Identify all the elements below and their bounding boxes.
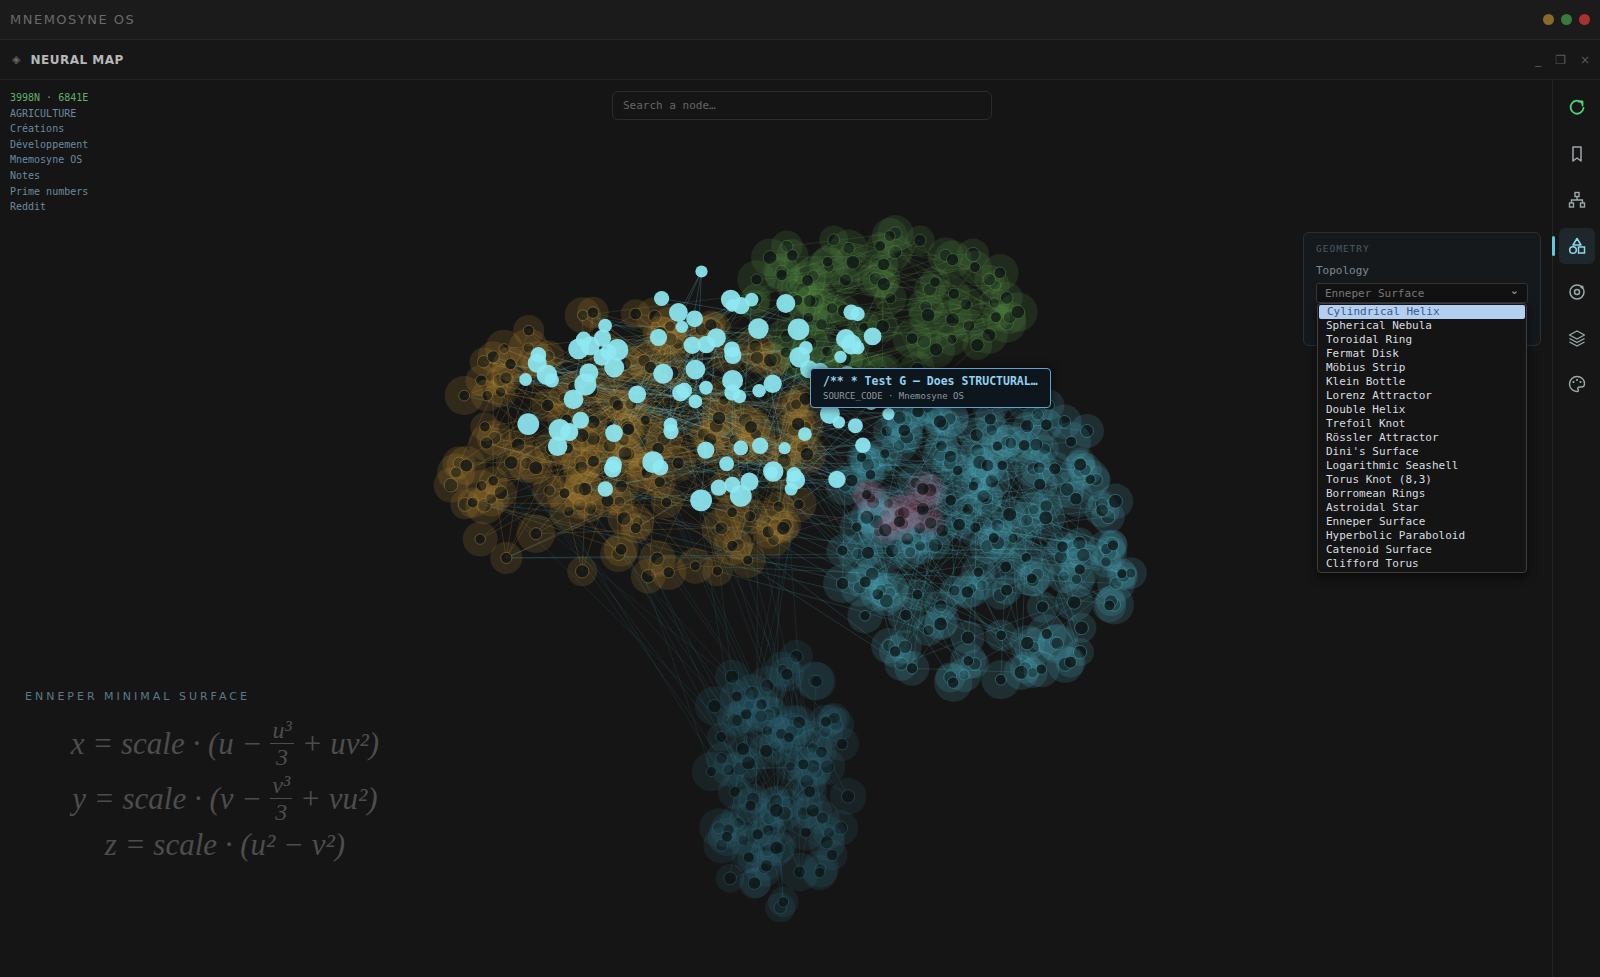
formula-part: x = scale · (u − — [71, 726, 263, 762]
formula-lines: x = scale · (u −u³3+ uv²)y = scale · (v … — [25, 717, 425, 863]
window-controls — [1543, 14, 1590, 25]
tooltip-subtitle: SOURCE_CODE · Mnemosyne OS — [823, 391, 1038, 401]
geometry-panel: GEOMETRY Topology Enneper Surface ⌄ Cylindri… — [1303, 232, 1541, 346]
window-control-button[interactable] — [1543, 14, 1554, 25]
formula-overlay: ENNEPER MINIMAL SURFACEx = scale · (u −u… — [25, 690, 425, 863]
cluster-nodes[interactable] — [434, 297, 827, 594]
dropdown-option[interactable]: Dini's Surface — [1318, 445, 1526, 459]
tooltip-title: /** * Test G — Does STRUCTURAL… — [823, 374, 1038, 388]
cluster-edges — [451, 313, 807, 577]
dropdown-option[interactable]: Spherical Nebula — [1318, 319, 1526, 333]
layers-icon — [1567, 328, 1587, 348]
denominator: 3 — [275, 799, 287, 825]
edge-layer — [451, 233, 1131, 902]
tool-rail — [1552, 80, 1600, 977]
cluster-edges — [481, 272, 888, 558]
legend-item[interactable]: AGRICULTURE — [10, 106, 88, 122]
cluster-nodes[interactable] — [823, 377, 1147, 702]
dropdown-option[interactable]: Clifford Torus — [1318, 557, 1526, 571]
shapes-icon — [1567, 236, 1587, 256]
dropdown-option[interactable]: Fermat Disk — [1318, 347, 1526, 361]
rail-button[interactable] — [1559, 366, 1595, 402]
formula-part: z = scale · (u² − v²) — [105, 827, 345, 863]
panel-heading: GEOMETRY — [1316, 243, 1528, 254]
dropdown-option[interactable]: Toroidal Ring — [1318, 333, 1526, 347]
legend-item[interactable]: Créations — [10, 121, 88, 137]
dropdown-option[interactable]: Enneper Surface — [1318, 515, 1526, 529]
palette-icon — [1567, 374, 1587, 394]
cluster-edges — [464, 313, 1131, 680]
cluster-nodes[interactable] — [852, 471, 945, 544]
denominator: 3 — [276, 744, 288, 770]
formula-line: x = scale · (u − u³3 + uv²) — [71, 717, 379, 770]
cluster-edges — [504, 317, 930, 577]
topology-dropdown: Cylindrical HelixSpherical NebulaToroida… — [1317, 303, 1527, 573]
refresh-icon — [1567, 98, 1587, 118]
orbit-icon — [1567, 282, 1587, 302]
window-control-button[interactable] — [1579, 14, 1590, 25]
formula-part: + uv²) — [302, 726, 380, 762]
legend-item[interactable]: Développement — [10, 137, 88, 153]
graph-canvas[interactable]: 3998N · 6841EAGRICULTURECréationsDévelop… — [0, 80, 1552, 977]
window-title: MNEMOSYNE OS — [10, 12, 135, 27]
chevron-icon: ⌄ — [1510, 286, 1519, 296]
dropdown-option[interactable]: Cylindrical Helix — [1319, 305, 1525, 319]
dropdown-option[interactable]: Logarithmic Seashell — [1318, 459, 1526, 473]
formula-part: y = scale · (v − — [72, 781, 262, 817]
close-button[interactable]: × — [1580, 53, 1590, 67]
dropdown-option[interactable]: Lorenz Attractor — [1318, 389, 1526, 403]
legend-item[interactable]: Reddit — [10, 199, 88, 215]
title-bar: MNEMOSYNE OS — [0, 0, 1600, 40]
dropdown-option[interactable]: Astroidal Star — [1318, 501, 1526, 515]
formula-line: z = scale · (u² − v²) — [105, 827, 345, 863]
fraction: v³3 — [270, 772, 292, 825]
node-layer — [434, 215, 1147, 923]
node-tooltip: /** * Test G — Does STRUCTURAL… SOURCE_CO… — [810, 368, 1051, 408]
panel-controls: _ ❐ × — [1535, 53, 1590, 67]
formula-line: y = scale · (v − v³3 + vu²) — [72, 772, 377, 825]
rail-button[interactable] — [1559, 136, 1595, 172]
panel-header: ◈ NEURAL MAP _ ❐ × — [0, 40, 1600, 80]
legend-item[interactable]: Mnemosyne OS — [10, 152, 88, 168]
cluster-nodes[interactable] — [692, 640, 867, 923]
dropdown-option[interactable]: Catenoid Surface — [1318, 543, 1526, 557]
window-control-button[interactable] — [1561, 14, 1572, 25]
dropdown-option[interactable]: Möbius Strip — [1318, 361, 1526, 375]
formula-title: ENNEPER MINIMAL SURFACE — [25, 690, 425, 703]
dropdown-option[interactable]: Double Helix — [1318, 403, 1526, 417]
rail-button[interactable] — [1559, 320, 1595, 356]
graph-stats: 3998N · 6841E — [10, 90, 88, 106]
cluster-legend: 3998N · 6841EAGRICULTURECréationsDévelop… — [10, 90, 88, 215]
select-value: Enneper Surface — [1325, 287, 1424, 300]
rail-button[interactable] — [1559, 182, 1595, 218]
search-input[interactable] — [612, 91, 992, 120]
cluster-nodes[interactable] — [737, 215, 1037, 392]
minimize-button[interactable]: _ — [1535, 53, 1541, 67]
main-area: 3998N · 6841EAGRICULTURECréationsDévelop… — [0, 80, 1600, 977]
dropdown-option[interactable]: Klein Bottle — [1318, 375, 1526, 389]
dropdown-option[interactable]: Rössler Attractor — [1318, 431, 1526, 445]
rail-button[interactable] — [1559, 90, 1595, 126]
numerator: u³ — [270, 717, 293, 744]
maximize-button[interactable]: ❐ — [1555, 53, 1566, 67]
dropdown-option[interactable]: Torus Knot (8,3) — [1318, 473, 1526, 487]
dropdown-option[interactable]: Borromean Rings — [1318, 487, 1526, 501]
panel-title: NEURAL MAP — [30, 53, 123, 67]
map-icon: ◈ — [12, 53, 20, 66]
fraction: u³3 — [270, 717, 293, 770]
dropdown-option[interactable]: Hyperbolic Paraboloid — [1318, 529, 1526, 543]
legend-item[interactable]: Prime numbers — [10, 184, 88, 200]
rail-button[interactable] — [1559, 228, 1595, 264]
rail-button[interactable] — [1559, 274, 1595, 310]
cluster-edges — [482, 325, 849, 902]
legend-item[interactable]: Notes — [10, 168, 88, 184]
field-label: Topology — [1316, 264, 1528, 277]
formula-part: + vu²) — [300, 781, 378, 817]
dropdown-option[interactable]: Trefoil Knot — [1318, 417, 1526, 431]
numerator: v³ — [270, 772, 292, 799]
hierarchy-icon — [1567, 190, 1587, 210]
topology-select[interactable]: Enneper Surface⌄Cylindrical HelixSpheric… — [1316, 283, 1528, 303]
bookmark-icon — [1567, 144, 1587, 164]
panel-title-group: ◈ NEURAL MAP — [12, 53, 124, 67]
